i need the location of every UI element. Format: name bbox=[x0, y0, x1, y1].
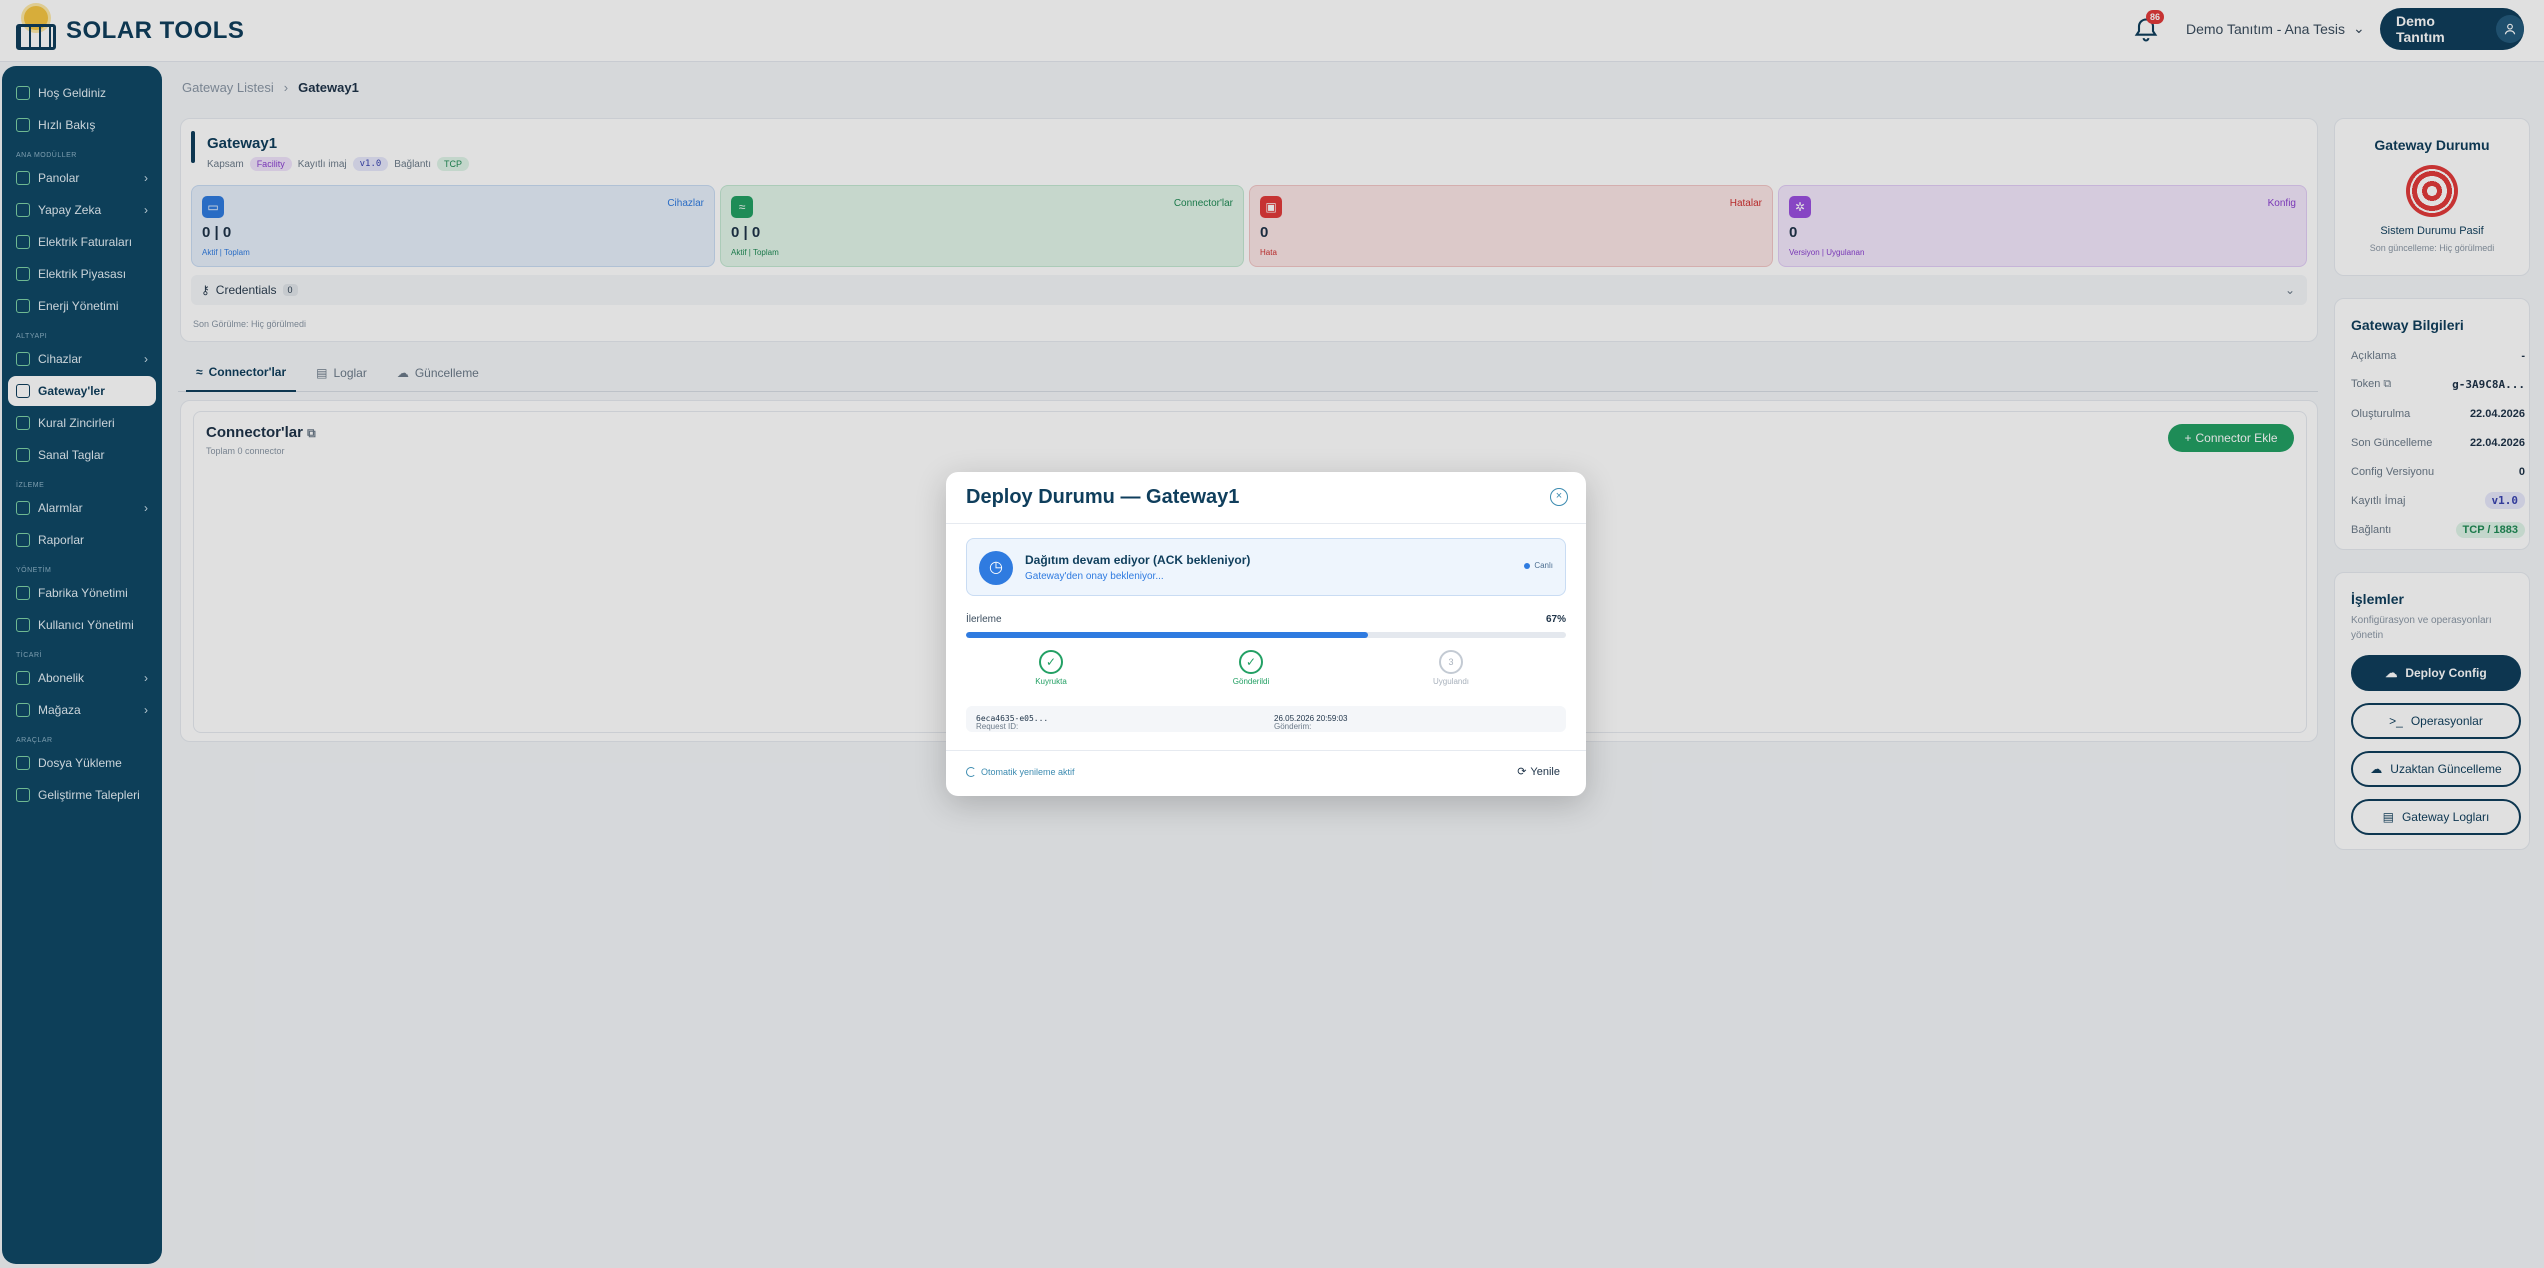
step-applied: 3 Uygulandı bbox=[1411, 650, 1491, 686]
dialog-title: Deploy Durumu — Gateway1 bbox=[966, 486, 1240, 508]
check-icon: ✓ bbox=[1039, 650, 1063, 674]
request-details: Request ID: 6eca4635-e05... Gönderim: 26… bbox=[966, 706, 1566, 732]
deploy-status-dialog: Deploy Durumu — Gateway1 × ◷ Dağıtım dev… bbox=[946, 472, 1586, 796]
live-indicator: Canlı bbox=[1524, 561, 1553, 570]
clock-icon: ◷ bbox=[979, 551, 1013, 585]
step-sent: ✓ Gönderildi bbox=[1211, 650, 1291, 686]
deploy-status-banner: ◷ Dağıtım devam ediyor (ACK bekleniyor) … bbox=[966, 538, 1566, 596]
refresh-icon: ⟳ bbox=[1517, 766, 1527, 778]
deploy-status-subtitle: Gateway'den onay bekleniyor... bbox=[1025, 571, 1164, 582]
spinner-icon bbox=[966, 767, 976, 777]
refresh-button[interactable]: ⟳ Yenile bbox=[1517, 765, 1560, 779]
progress-bar bbox=[966, 632, 1566, 638]
live-dot-icon bbox=[1524, 562, 1531, 569]
dialog-footer: Otomatik yenileme aktif ⟳ Yenile bbox=[946, 750, 1586, 796]
dialog-header: Deploy Durumu — Gateway1 × bbox=[946, 472, 1586, 524]
step-queued: ✓ Kuyrukta bbox=[1011, 650, 1091, 686]
deploy-status-title: Dağıtım devam ediyor (ACK bekleniyor) bbox=[1025, 553, 1251, 567]
progress-percent: 67% bbox=[1545, 614, 1566, 625]
sent-time: Gönderim: 26.05.2026 20:59:03 bbox=[1274, 714, 1348, 731]
progress-fill bbox=[966, 632, 1368, 638]
request-id: Request ID: 6eca4635-e05... bbox=[976, 714, 1049, 731]
auto-refresh-status: Otomatik yenileme aktif bbox=[966, 767, 1075, 777]
progress-label: İlerleme bbox=[966, 614, 1002, 625]
step-number-icon: 3 bbox=[1439, 650, 1463, 674]
check-icon: ✓ bbox=[1239, 650, 1263, 674]
close-icon[interactable]: × bbox=[1550, 488, 1568, 506]
